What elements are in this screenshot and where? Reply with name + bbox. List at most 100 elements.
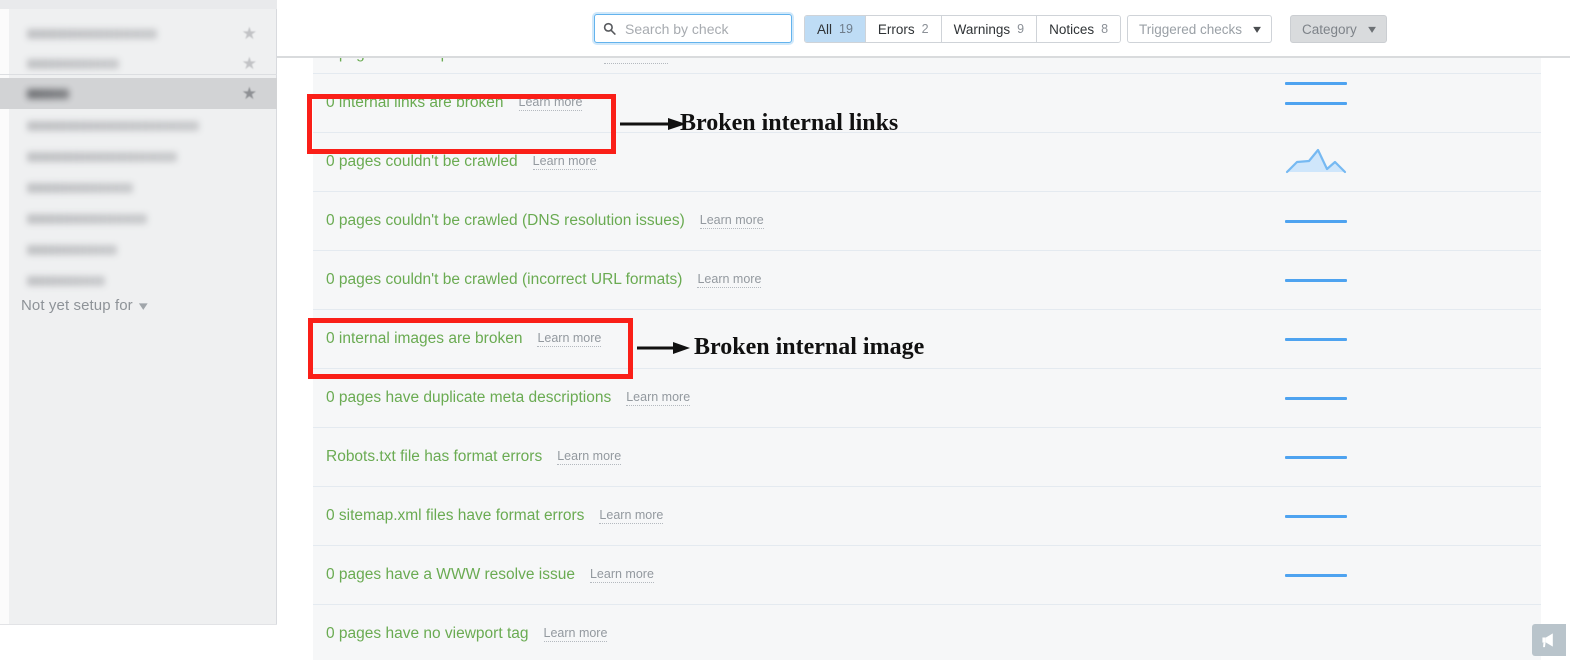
check-row[interactable]: 0 pages have a WWW resolve issue Learn mo… xyxy=(313,546,1541,605)
status-filter-segmented-control: All 19 Errors 2 Warnings 9 Notices 8 xyxy=(804,15,1122,43)
filter-tab-errors[interactable]: Errors 2 xyxy=(865,16,942,42)
learn-more-link[interactable]: Learn more xyxy=(532,154,597,171)
sparkline-area-chart xyxy=(1285,147,1347,177)
check-row[interactable]: 0 internal links are broken Learn more xyxy=(313,74,1541,133)
sparkline-line xyxy=(1285,397,1347,400)
filter-tab-label: Notices xyxy=(1049,21,1095,37)
check-label: 0 pages have duplicate content issues xyxy=(326,58,589,63)
triggered-checks-dropdown[interactable]: Triggered checks ▾ xyxy=(1127,15,1273,43)
sidebar-item-6[interactable] xyxy=(0,203,277,234)
sidebar-not-yet-setup-dropdown[interactable]: Not yet setup for ▾ xyxy=(21,297,148,314)
sidebar-item-label xyxy=(27,151,177,162)
sparkline-flat xyxy=(1285,501,1347,531)
search-icon xyxy=(603,22,616,35)
sparkline-flat xyxy=(1285,560,1347,590)
category-dropdown[interactable]: Category ▾ xyxy=(1290,15,1387,43)
sidebar-item-3[interactable] xyxy=(0,110,277,141)
sparkline-flat xyxy=(1285,383,1347,413)
sidebar-item-5[interactable] xyxy=(0,172,277,203)
sidebar-item-label xyxy=(27,58,119,69)
sparkline-flat xyxy=(1285,206,1347,236)
category-label: Category xyxy=(1302,21,1357,37)
sidebar-item-label xyxy=(27,244,117,255)
check-row[interactable]: 0 pages have duplicate content issues Lea… xyxy=(313,58,1541,85)
triggered-checks-label: Triggered checks xyxy=(1139,21,1243,37)
sidebar-item-label xyxy=(27,213,147,224)
sidebar-not-yet-setup-label: Not yet setup for xyxy=(21,297,133,314)
sparkline-line xyxy=(1285,574,1347,577)
sparkline-line xyxy=(1285,515,1347,518)
sparkline-line xyxy=(1285,338,1347,341)
star-icon[interactable]: ★ xyxy=(242,25,257,42)
chevron-down-icon: ▾ xyxy=(1367,22,1376,36)
filter-tab-count: 2 xyxy=(921,22,929,36)
check-row[interactable]: Robots.txt file has format errors Learn m… xyxy=(313,428,1541,487)
check-label: 0 pages couldn't be crawled xyxy=(326,153,518,170)
sidebar-top-edge xyxy=(0,0,277,9)
filter-tab-all[interactable]: All 19 xyxy=(805,16,866,42)
sparkline-flat xyxy=(1285,442,1347,472)
check-row[interactable]: 0 pages have no viewport tag Learn more xyxy=(313,605,1541,660)
learn-more-link[interactable]: Learn more xyxy=(599,508,664,525)
learn-more-link[interactable]: Learn more xyxy=(518,95,583,112)
filter-tab-label: All xyxy=(817,21,833,37)
sidebar-item-8[interactable] xyxy=(0,265,277,296)
check-label: 0 internal images are broken xyxy=(326,330,523,347)
sidebar-item-label xyxy=(27,275,105,286)
filter-toolbar: All 19 Errors 2 Warnings 9 Notices 8 Triggered … xyxy=(277,0,1570,57)
filter-tab-count: 19 xyxy=(839,22,853,36)
sparkline-flat xyxy=(1285,88,1347,118)
check-row[interactable]: 0 sitemap.xml files have format errors Le… xyxy=(313,487,1541,546)
sparkline-line xyxy=(1285,220,1347,223)
check-label: 0 internal links are broken xyxy=(326,94,504,111)
sidebar-item-0[interactable]: ★ xyxy=(0,18,277,49)
learn-more-link[interactable]: Learn more xyxy=(697,272,762,289)
filter-tab-count: 9 xyxy=(1017,22,1025,36)
filter-tab-label: Errors xyxy=(877,21,915,37)
sidebar: ★ ★ ★ Not yet setup for ▾ xyxy=(0,0,277,660)
search-input[interactable] xyxy=(623,19,787,38)
search-box[interactable] xyxy=(594,14,792,43)
sparkline-line xyxy=(1285,102,1347,105)
check-label: 0 pages have a WWW resolve issue xyxy=(326,566,575,583)
sidebar-item-label xyxy=(27,28,157,39)
sparkline-svg xyxy=(1285,148,1347,174)
sparkline-line xyxy=(1285,279,1347,282)
sidebar-bottom-strip xyxy=(0,624,277,660)
check-row[interactable]: 0 internal images are broken Learn more xyxy=(313,310,1541,369)
chevron-down-icon: ▾ xyxy=(1253,22,1261,36)
star-icon[interactable]: ★ xyxy=(242,55,257,72)
sidebar-item-4[interactable] xyxy=(0,141,277,172)
sidebar-item-7[interactable] xyxy=(0,234,277,265)
check-label: 0 pages couldn't be crawled (DNS resolut… xyxy=(326,212,685,229)
check-label: 0 pages have no viewport tag xyxy=(326,625,529,642)
sidebar-item-2[interactable]: ★ xyxy=(0,78,277,109)
check-label: 0 sitemap.xml files have format errors xyxy=(326,507,585,524)
megaphone-icon xyxy=(1541,632,1553,647)
filter-tab-label: Warnings xyxy=(953,21,1011,37)
check-label: 0 pages couldn't be crawled (incorrect U… xyxy=(326,271,683,288)
check-row[interactable]: 0 pages have duplicate meta descriptions… xyxy=(313,369,1541,428)
filter-tab-warnings[interactable]: Warnings 9 xyxy=(941,16,1038,42)
sparkline-line xyxy=(1285,456,1347,459)
learn-more-link[interactable]: Learn more xyxy=(589,567,654,584)
site-audit-check-list[interactable]: 0 pages have duplicate content issues Lea… xyxy=(313,58,1541,660)
learn-more-link[interactable]: Learn more xyxy=(557,449,622,466)
sidebar-item-1[interactable]: ★ xyxy=(0,48,277,79)
check-row[interactable]: 0 pages couldn't be crawled (DNS resolut… xyxy=(313,192,1541,251)
filter-tab-notices[interactable]: Notices 8 xyxy=(1037,16,1121,42)
check-label: Robots.txt file has format errors xyxy=(326,448,543,465)
learn-more-link[interactable]: Learn more xyxy=(603,58,668,64)
star-icon[interactable]: ★ xyxy=(242,85,257,102)
learn-more-link[interactable]: Learn more xyxy=(626,390,691,407)
chevron-down-icon: ▾ xyxy=(138,297,148,313)
sidebar-item-label xyxy=(27,182,133,193)
check-row[interactable]: 0 pages couldn't be crawled Learn more xyxy=(313,133,1541,192)
learn-more-link[interactable]: Learn more xyxy=(543,626,608,643)
filter-tab-count: 8 xyxy=(1101,22,1109,36)
check-row[interactable]: 0 pages couldn't be crawled (incorrect U… xyxy=(313,251,1541,310)
learn-more-link[interactable]: Learn more xyxy=(699,213,764,230)
sidebar-item-label xyxy=(27,120,199,131)
feedback-button[interactable] xyxy=(1532,624,1566,656)
learn-more-link[interactable]: Learn more xyxy=(537,331,602,348)
